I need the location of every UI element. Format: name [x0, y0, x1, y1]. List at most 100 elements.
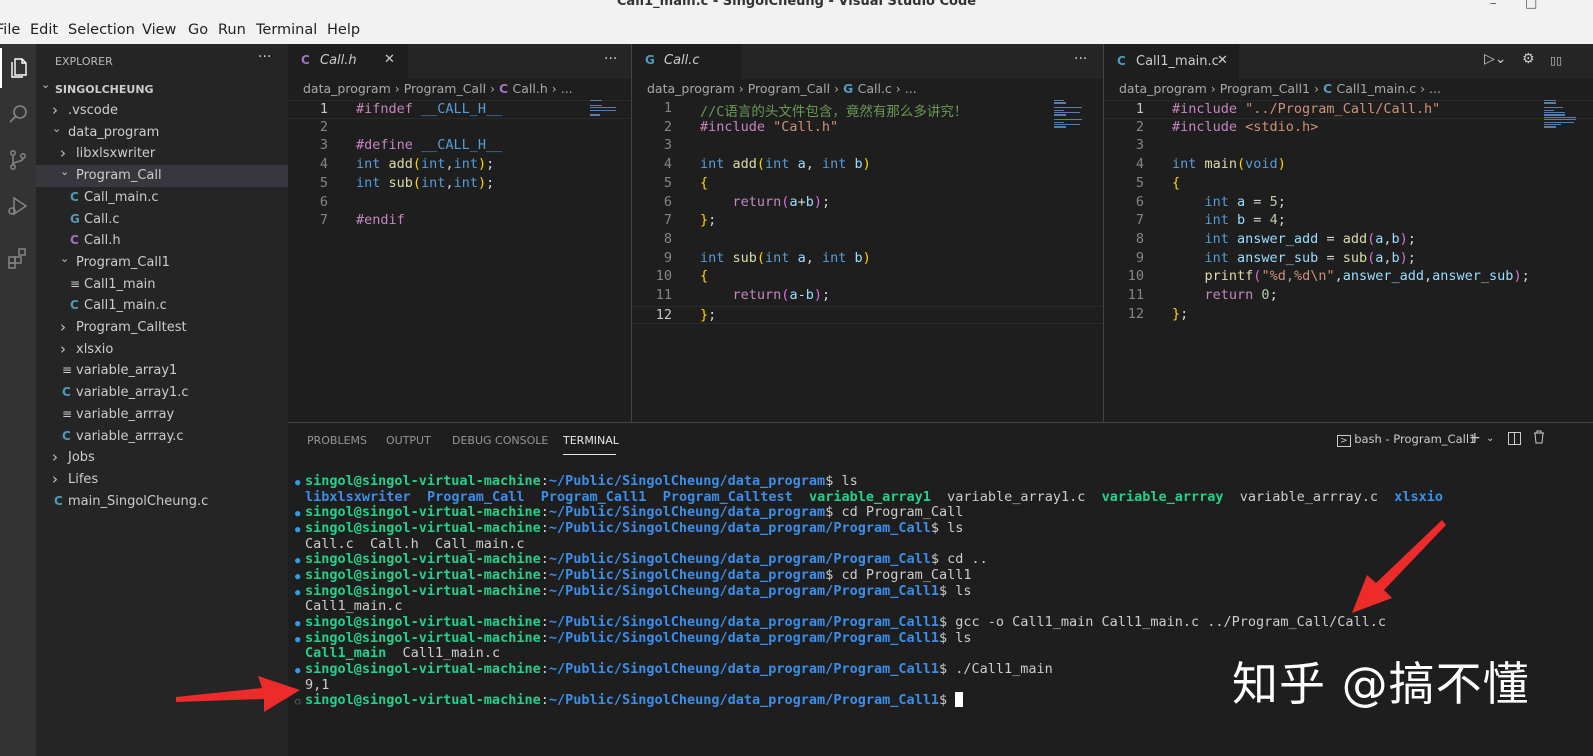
source-control-icon[interactable] [0, 140, 36, 180]
editor-more-button[interactable]: ··· [604, 51, 617, 67]
menu-file[interactable]: File [0, 22, 20, 38]
breadcrumb-item[interactable]: ... [1429, 81, 1441, 96]
tree-item[interactable]: C Call.h [36, 230, 288, 252]
breadcrumb-item[interactable]: Call1_main.c [1336, 81, 1416, 96]
command-status-icon: ● [295, 556, 301, 567]
prompt-separator: : [540, 582, 549, 599]
editor-more-button[interactable]: ··· [1074, 51, 1087, 67]
code-token: = [1318, 249, 1343, 266]
tree-item[interactable]: ⌄ data_program [36, 122, 288, 144]
menu-go[interactable]: Go [188, 22, 208, 38]
tree-item[interactable]: › Lifes [36, 469, 288, 491]
tree-item[interactable]: ≡ variable_arrray [36, 404, 288, 426]
code-editor[interactable]: 1 #ifndef __CALL_H__ 2 3 #define __CALL_H__ 4… [288, 100, 631, 420]
menu-view[interactable]: View [142, 22, 176, 38]
maximize-button[interactable]: □ [1525, 0, 1537, 11]
editor-tab[interactable]: G Call.c [632, 44, 742, 79]
c-file-icon: C [70, 189, 79, 204]
terminal-selector[interactable]: > bash - Program_Call1 [1337, 432, 1476, 447]
code-editor[interactable]: 1 //C语言的头文件包含，竟然有那么多讲究！ 2 #include "Call.h"… [632, 100, 1103, 420]
close-icon[interactable]: ✕ [384, 52, 395, 67]
tree-item[interactable]: C Call_main.c [36, 187, 288, 209]
gear-icon[interactable]: ⚙ [1522, 51, 1535, 67]
extensions-icon[interactable] [0, 238, 36, 278]
tree-item-label: main_SingolCheung.c [68, 493, 209, 509]
menu-edit[interactable]: Edit [30, 22, 58, 38]
code-editor[interactable]: 1 #include "../Program_Call/Call.h" 2 #incl… [1104, 100, 1593, 420]
split-terminal-button[interactable] [1508, 432, 1521, 448]
command-text [947, 692, 955, 708]
tree-item[interactable]: › Program_Calltest [36, 317, 288, 339]
tab-output[interactable]: OUTPUT [386, 434, 431, 447]
breadcrumb-item[interactable]: data_program [1119, 81, 1207, 96]
binary-file-icon: ≡ [70, 276, 81, 291]
tree-root[interactable]: ⌄ SINGOLCHEUNG [36, 78, 288, 100]
tree-item-label: Program_Call [76, 168, 162, 184]
minimap[interactable] [1542, 100, 1582, 130]
editor-tab[interactable]: C Call1_main.c ✕ [1104, 44, 1239, 79]
code-token: int [700, 249, 733, 266]
breadcrumb-item[interactable]: ... [905, 81, 917, 96]
minimap-line [590, 100, 603, 102]
code-token: } [1172, 305, 1181, 322]
menu-help[interactable]: Help [327, 22, 360, 38]
tab-terminal[interactable]: TERMINAL [563, 434, 619, 447]
chevron-down-icon: ⌄ [60, 251, 70, 265]
breadcrumb-item[interactable]: ... [561, 81, 573, 96]
tree-item[interactable]: › xlsxio [36, 339, 288, 361]
tree-item[interactable]: › Jobs [36, 447, 288, 469]
explorer-more-button[interactable]: ··· [258, 49, 271, 65]
chevron-down-icon[interactable]: ⌄ [1486, 433, 1494, 444]
tree-item[interactable]: › libxlsxwriter [36, 143, 288, 165]
code-token: a [797, 156, 806, 173]
run-debug-icon[interactable] [0, 186, 36, 226]
minimap[interactable] [1052, 100, 1092, 130]
breadcrumb-item[interactable]: Call.h [513, 81, 548, 96]
tree-item[interactable]: ≡ Call1_main [36, 274, 288, 296]
trash-icon[interactable] [1533, 430, 1545, 448]
run-icon[interactable]: ▷⌄ [1484, 51, 1507, 67]
tree-item[interactable]: ⌄ Program_Call1 [36, 252, 288, 274]
code-token: ( [756, 249, 766, 266]
tree-item[interactable]: Cmain_SingolCheung.c [36, 491, 288, 513]
tree-item[interactable]: G Call.c [36, 209, 288, 231]
menu-selection[interactable]: Selection [68, 22, 135, 38]
minimize-button[interactable]: – [1490, 0, 1497, 11]
minimap[interactable] [588, 100, 628, 130]
tree-item[interactable]: ≡ variable_array1 [36, 360, 288, 382]
split-editor-icon[interactable]: ▯▯ [1550, 54, 1562, 67]
close-icon[interactable]: ✕ [1217, 53, 1228, 68]
editor-tab[interactable]: C Call.h ✕ [288, 44, 408, 79]
code-token: ; [486, 174, 495, 191]
tab-debug-console[interactable]: DEBUG CONSOLE [452, 434, 548, 447]
command-text: ls [947, 629, 972, 646]
code-text: int sub(int,int); [356, 175, 494, 191]
code-token: ; [1277, 193, 1286, 210]
code-token: ( [1237, 156, 1246, 173]
tree-item[interactable]: › .vscode [36, 100, 288, 122]
breadcrumb-item[interactable]: Program_Call1 [1220, 81, 1310, 96]
new-terminal-button[interactable]: + [1469, 430, 1481, 446]
breadcrumb-item[interactable]: Program_Call [748, 81, 830, 96]
menu-run[interactable]: Run [218, 22, 246, 38]
breadcrumb: data_program › Program_Call › C Call.h ›… [303, 81, 573, 101]
minimap-line [590, 114, 601, 116]
explorer-icon[interactable] [0, 48, 36, 88]
breadcrumb-item[interactable]: Call.c [858, 81, 892, 96]
search-icon[interactable] [0, 94, 36, 134]
menu-bar: File Edit Selection View Go Run Terminal… [0, 16, 1593, 44]
tree-item[interactable]: Cvariable_arrray.c [36, 426, 288, 448]
breadcrumb-item[interactable]: data_program [303, 81, 391, 96]
code-text: }; [1172, 306, 1188, 322]
tree-item[interactable]: ⌄ Program_Call [36, 165, 288, 188]
tree-item[interactable]: Cvariable_array1.c [36, 382, 288, 404]
minimap-line [590, 109, 616, 111]
tab-problems[interactable]: PROBLEMS [307, 434, 367, 447]
breadcrumb-item[interactable]: Program_Call [404, 81, 486, 96]
prompt-path: ~/Public/SingolCheung/data_program/Progr… [548, 629, 939, 646]
menu-terminal[interactable]: Terminal [256, 22, 317, 38]
code-token: __CALL_H__ [421, 101, 503, 117]
breadcrumb-item[interactable]: data_program [647, 81, 735, 96]
binary-file-icon: ≡ [62, 406, 73, 421]
tree-item[interactable]: C Call1_main.c [36, 295, 288, 317]
